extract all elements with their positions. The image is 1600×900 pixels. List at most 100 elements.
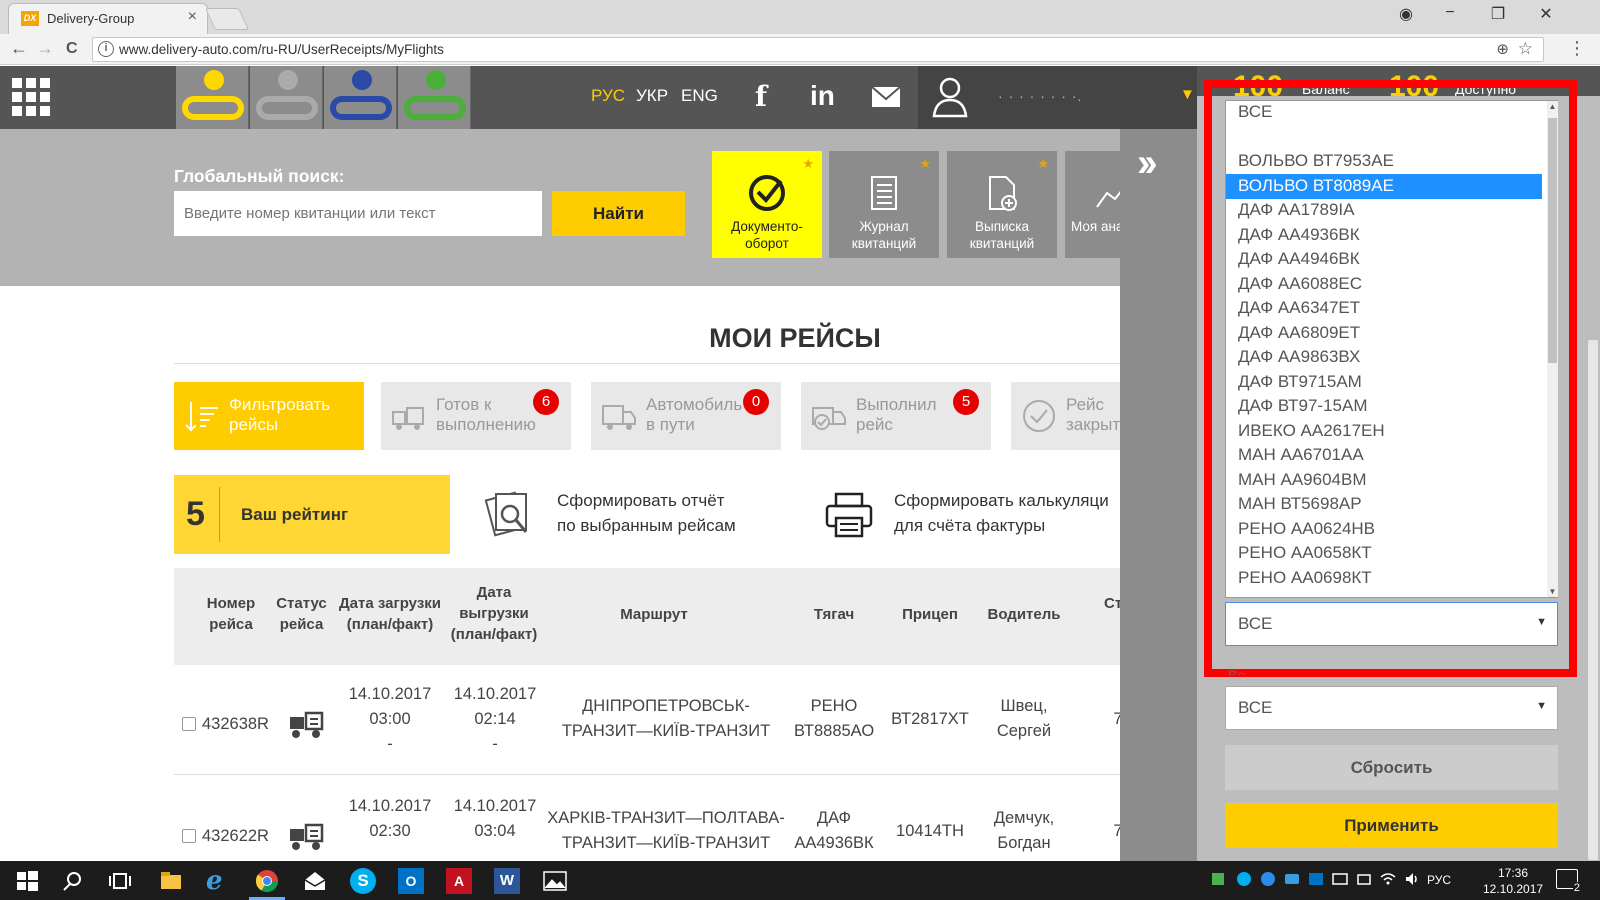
- facebook-icon[interactable]: f: [755, 80, 767, 113]
- tile-my-analytics[interactable]: Моя ана: [1065, 151, 1120, 258]
- url-field[interactable]: i www.delivery-auto.com/ru-RU/UserReceip…: [92, 37, 1544, 62]
- tile-document-flow[interactable]: ★ Документо-оборот: [712, 151, 822, 258]
- tray-volume-icon[interactable]: [1404, 871, 1420, 887]
- browser-tab[interactable]: DX Delivery-Group ×: [8, 3, 208, 34]
- task-view-icon[interactable]: [107, 868, 133, 894]
- clock-time: 17:36: [1497, 866, 1529, 880]
- driver-select[interactable]: ВСЕ ▼: [1225, 686, 1558, 730]
- favorite-star-icon: ★: [1037, 156, 1049, 171]
- ready-to-execute-button[interactable]: Готов к выполнению 6: [381, 382, 571, 450]
- row-checkbox[interactable]: [182, 717, 196, 731]
- completed-flight-button[interactable]: Выполнил рейс 5: [801, 382, 991, 450]
- load-time: 03:00: [369, 710, 411, 728]
- linkedin-icon[interactable]: in: [810, 80, 835, 112]
- search-button[interactable]: Найти: [552, 191, 685, 236]
- generate-report-link[interactable]: Сформировать отчёт по выбранным рейсам: [557, 488, 736, 538]
- header-unload-line3: (план/факт): [450, 626, 538, 643]
- apply-button[interactable]: Применить: [1225, 803, 1558, 848]
- truck-loading-icon: [392, 407, 424, 430]
- panel-scrollbar[interactable]: [1588, 340, 1598, 860]
- notification-center-icon[interactable]: 2: [1556, 869, 1581, 894]
- pdf-reader-icon[interactable]: A: [446, 868, 472, 894]
- car-in-transit-button[interactable]: Автомобиль в пути 0: [591, 382, 781, 450]
- driver-field-label: Во: [1228, 667, 1246, 675]
- panel-overlay[interactable]: ››: [1120, 129, 1197, 861]
- header-driver: Водитель: [987, 606, 1061, 623]
- internet-explorer-icon[interactable]: e: [206, 868, 232, 894]
- flight-number[interactable]: 432622R: [202, 824, 269, 849]
- site-logo[interactable]: [176, 66, 473, 129]
- header-unload-date: Дата: [476, 584, 512, 601]
- apps-grid-icon[interactable]: [12, 78, 50, 116]
- tab-close-icon[interactable]: ×: [188, 8, 197, 26]
- table-row[interactable]: 432638R 14.10.2017 03:00 - 14.10.2017 02:14…: [174, 665, 1124, 775]
- skype-icon[interactable]: S: [350, 868, 376, 894]
- mail-icon[interactable]: [871, 86, 901, 108]
- filter-label-line2: рейсы: [229, 415, 279, 434]
- favorite-star-icon: ★: [919, 156, 931, 171]
- tractor-brand: РЕНО: [810, 697, 858, 715]
- bookmark-star-icon[interactable]: ☆: [1518, 39, 1533, 59]
- lang-ru-link[interactable]: РУС: [591, 86, 625, 106]
- site-info-icon[interactable]: i: [98, 41, 114, 57]
- browser-menu-icon[interactable]: ⋮: [1568, 38, 1586, 59]
- report-magnifier-icon[interactable]: [484, 490, 534, 540]
- tray-messenger-icon[interactable]: [1260, 871, 1276, 887]
- header-route: Маршрут: [620, 606, 688, 623]
- file-explorer-icon[interactable]: [158, 868, 184, 894]
- zoom-icon[interactable]: ⊕: [1496, 40, 1509, 58]
- new-tab-button[interactable]: [204, 8, 250, 30]
- generate-calculation-link[interactable]: Сформировать калькуляци для счёта фактур…: [894, 488, 1120, 538]
- header-load-date-line2: (план/факт): [346, 616, 434, 633]
- tray-wifi-icon[interactable]: [1380, 871, 1396, 887]
- table-row[interactable]: 432622R 14.10.2017 02:30 14.10.2017 03:04 …: [174, 777, 1124, 861]
- header-status: Статус: [276, 595, 327, 612]
- header-tractor: Тягач: [813, 606, 855, 623]
- forward-icon[interactable]: →: [36, 38, 54, 59]
- printer-icon[interactable]: [824, 490, 874, 540]
- minimize-icon[interactable]: −: [1440, 4, 1460, 22]
- filter-flights-button[interactable]: Фильтровать рейсы: [174, 382, 364, 450]
- user-menu[interactable]: · · · · · · · ·. ▼: [918, 66, 1203, 129]
- tray-screen-icon[interactable]: [1332, 871, 1348, 887]
- header-trailer: Прицеп: [902, 606, 958, 623]
- tile-receipt-extract[interactable]: ★ Выписка квитанций: [947, 151, 1057, 258]
- user-dropdown-icon[interactable]: ▼: [1180, 86, 1195, 103]
- tray-network-icon[interactable]: [1356, 871, 1372, 887]
- row-checkbox[interactable]: [182, 829, 196, 843]
- mail-app-icon[interactable]: [302, 868, 328, 894]
- document-plus-icon: [989, 176, 1017, 211]
- global-search-input[interactable]: [174, 191, 542, 236]
- chrome-icon[interactable]: [254, 868, 280, 894]
- profile-icon[interactable]: ◉: [1396, 4, 1416, 24]
- outlook-icon[interactable]: O: [398, 868, 424, 894]
- tray-chat-icon[interactable]: [1284, 871, 1300, 887]
- calc-label-line2: для счёта фактуры: [894, 516, 1046, 535]
- check-circle-icon: [1023, 400, 1055, 432]
- tray-skype-icon[interactable]: [1236, 871, 1252, 887]
- header-num-line2: рейса: [209, 616, 253, 633]
- maximize-icon[interactable]: ❐: [1488, 4, 1508, 24]
- trailer-plate: 10414ТН: [896, 822, 964, 840]
- tray-outlook-icon[interactable]: [1308, 871, 1324, 887]
- collapse-panel-icon[interactable]: ››: [1137, 141, 1157, 186]
- flight-closed-button[interactable]: Рейс закрыт: [1011, 382, 1120, 450]
- lang-uk-link[interactable]: УКР: [636, 86, 668, 106]
- close-window-icon[interactable]: ✕: [1536, 4, 1556, 24]
- reset-button[interactable]: Сбросить: [1225, 745, 1558, 790]
- clock[interactable]: 17:36 12.10.2017: [1483, 865, 1543, 897]
- clock-date: 12.10.2017: [1483, 882, 1544, 896]
- report-label-line2: по выбранным рейсам: [557, 516, 736, 535]
- input-language[interactable]: РУС: [1427, 873, 1451, 887]
- tile-receipt-journal[interactable]: ★ Журнал квитанций: [829, 151, 939, 258]
- route-line2: ТРАНЗИТ—КИЇВ-ТРАНЗИТ: [561, 722, 771, 740]
- flight-number[interactable]: 432638R: [202, 712, 269, 737]
- tray-app-icon[interactable]: [1210, 871, 1226, 887]
- photos-icon[interactable]: [542, 868, 568, 894]
- lang-en-link[interactable]: ENG: [681, 86, 718, 106]
- back-icon[interactable]: ←: [10, 38, 28, 59]
- windows-start-icon[interactable]: [14, 868, 40, 894]
- reload-icon[interactable]: C: [66, 40, 78, 58]
- search-icon[interactable]: [60, 868, 86, 894]
- word-icon[interactable]: W: [494, 868, 520, 894]
